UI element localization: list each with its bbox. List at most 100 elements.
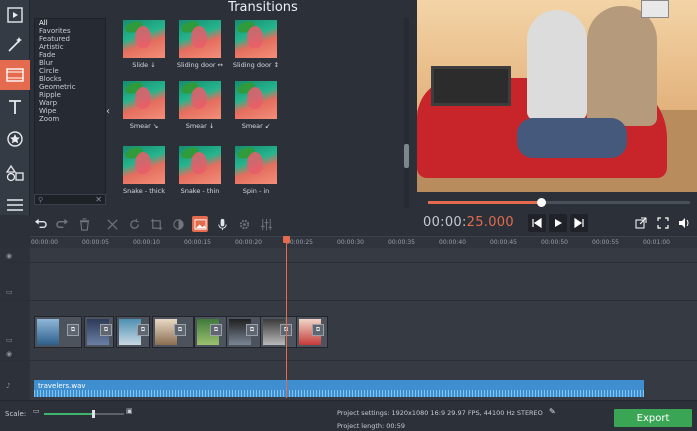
zoom-out-icon[interactable]: ▭ [33,407,40,415]
rotate-icon[interactable] [126,216,142,232]
transition-label: Sliding door ↕ [232,61,280,69]
video-clip[interactable] [152,316,194,348]
stickers-icon[interactable] [0,124,30,154]
filters-icon[interactable] [0,60,30,90]
previous-frame-button[interactable] [528,214,546,232]
crop-icon[interactable] [148,216,164,232]
cut-icon[interactable] [104,216,120,232]
transition-tile[interactable]: Snake - thin [172,146,228,195]
volume-icon[interactable] [675,214,693,232]
audio-waveform [34,390,644,397]
export-button[interactable]: Export [614,409,692,427]
playhead[interactable] [283,236,290,398]
transition-marker[interactable]: ⧉ [312,324,324,336]
audio-clip-name: travelers.wav [38,382,86,390]
category-item[interactable]: Blur [35,59,105,67]
collapse-arrow-icon[interactable]: ‹ [106,106,113,120]
video-track-icon[interactable]: ▭ [6,336,13,344]
delete-icon[interactable] [76,216,92,232]
transition-label: Spin - in [242,187,270,195]
category-item[interactable]: Zoom [35,115,105,123]
category-item[interactable]: Artistic [35,43,105,51]
category-list: All Favorites Featured Artistic Fade Blu… [34,18,106,205]
fullscreen-icon[interactable] [654,214,672,232]
next-frame-button[interactable] [570,214,588,232]
category-item[interactable]: Geometric [35,83,105,91]
play-button[interactable] [549,214,567,232]
eye-icon[interactable]: ◉ [6,252,12,260]
redo-icon[interactable] [54,216,70,232]
audio-track-icon[interactable]: ♪ [6,382,10,390]
transition-marker[interactable]: ⧉ [137,324,149,336]
magic-wand-icon[interactable] [0,30,30,60]
overlay-track-icon[interactable]: ▭ [6,288,13,296]
microphone-icon[interactable] [214,216,230,232]
timecode-current: 25.000 [466,215,514,230]
titles-icon[interactable] [0,92,30,122]
transition-tile[interactable]: Smear ↙ [228,81,284,130]
clear-search-icon[interactable]: ✕ [95,195,102,204]
transition-marker[interactable]: ⧉ [246,324,258,336]
category-item[interactable]: Fade [35,51,105,59]
tiles-scrollbar[interactable] [404,18,409,208]
project-settings: Project settings: 1920x1080 16:9 29.97 F… [337,409,543,417]
transition-label: Snake - thin [180,187,220,195]
category-item[interactable]: Favorites [35,27,105,35]
transition-marker[interactable]: ⧉ [67,324,79,336]
playback-progress[interactable] [428,198,690,207]
video-import-icon[interactable] [0,0,30,30]
popout-icon[interactable] [632,214,650,232]
transition-marker[interactable]: ⧉ [174,324,186,336]
video-clip[interactable] [226,316,264,348]
transition-thumbnail [235,20,277,58]
settings-icon[interactable] [236,216,252,232]
ruler-tick: 00:00:05 [82,239,109,246]
ruler-tick: 00:00:50 [541,239,568,246]
category-item[interactable]: Featured [35,35,105,43]
transition-tile[interactable]: Snake - thick [116,146,172,195]
media-icon[interactable] [192,216,208,232]
transition-marker[interactable]: ⧉ [210,324,222,336]
ruler-tick: 00:00:55 [592,239,619,246]
category-item[interactable]: Warp [35,99,105,107]
scale-slider-handle[interactable] [92,410,95,418]
category-item[interactable]: All [35,19,105,27]
transition-tile[interactable]: Slide ↓ [116,20,172,69]
transition-tile[interactable]: Spin - in [228,146,284,195]
video-clip[interactable] [260,316,298,348]
transition-label: Sliding door ↔ [176,61,224,69]
transition-thumbnail [179,20,221,58]
transition-tile[interactable]: Sliding door ↔ [172,20,228,69]
edit-settings-icon[interactable]: ✎ [549,407,556,416]
scrollbar-thumb[interactable] [404,144,409,168]
equalizer-icon[interactable] [258,216,274,232]
undo-icon[interactable] [32,216,48,232]
eye-icon[interactable]: ◉ [6,350,12,358]
panel-title: Transitions [228,0,298,15]
scale-slider[interactable] [44,410,124,418]
zoom-in-icon[interactable]: ▣ [126,407,133,415]
transition-tile[interactable]: Sliding door ↕ [228,20,284,69]
track-headers: ◉ ▭ ▭ ◉ ♪ [0,248,30,400]
ruler-tick: 00:00:35 [388,239,415,246]
category-search-input[interactable]: ⚲ ✕ [34,194,106,205]
transition-thumbnail [235,146,277,184]
ruler-tick: 00:00:25 [286,239,313,246]
time-ruler[interactable]: 00:00:00 00:00:05 00:00:10 00:00:15 00:0… [30,236,697,248]
category-item[interactable]: Circle [35,67,105,75]
transitions-list-icon[interactable] [0,190,30,220]
transition-tile[interactable]: Smear ↘ [116,81,172,130]
transition-marker[interactable]: ⧉ [100,324,112,336]
progress-handle[interactable] [536,198,546,207]
transition-label: Smear ↙ [241,122,271,130]
transition-tile[interactable]: Smear ↓ [172,81,228,130]
audio-clip[interactable]: travelers.wav [34,380,644,397]
category-item[interactable]: Ripple [35,91,105,99]
color-adjust-icon[interactable] [170,216,186,232]
category-item[interactable]: Wipe [35,107,105,115]
ruler-tick: 00:00:10 [133,239,160,246]
shapes-icon[interactable] [0,158,30,188]
category-item[interactable]: Blocks [35,75,105,83]
ruler-tick: 00:00:20 [235,239,262,246]
ruler-tick: 00:00:40 [439,239,466,246]
